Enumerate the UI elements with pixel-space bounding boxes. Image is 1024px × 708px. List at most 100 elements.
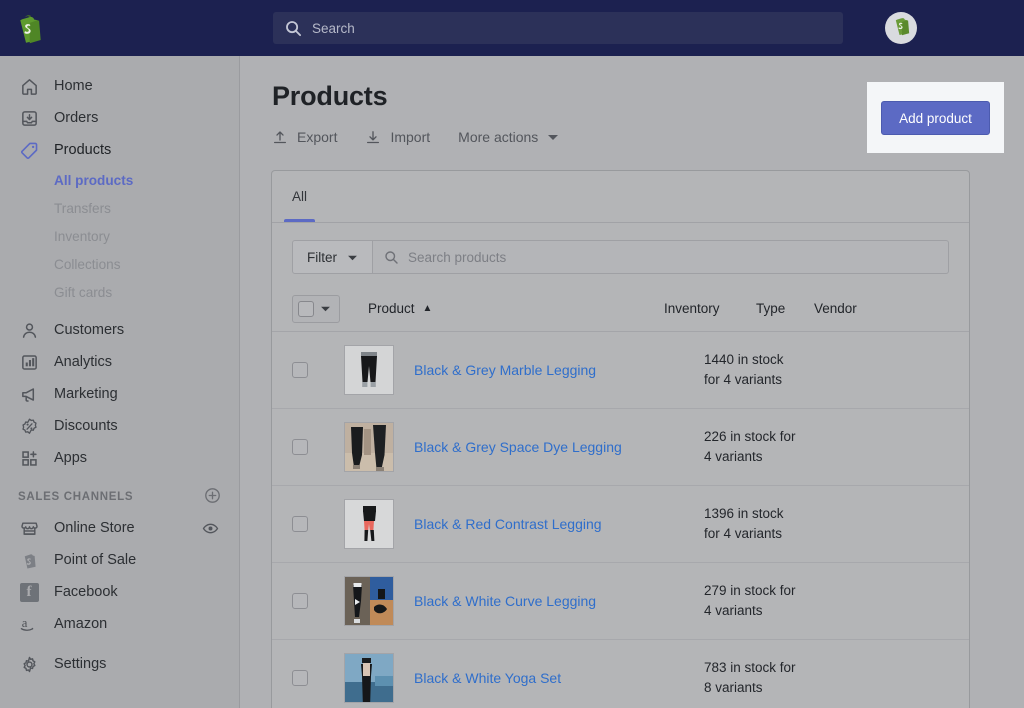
row-checkbox[interactable] [292,439,308,455]
sidebar-subitem-all-products[interactable]: All products [0,166,239,194]
sidebar-subitem-label: Gift cards [54,284,113,300]
sidebar-item-home[interactable]: Home [0,70,239,102]
more-actions-button[interactable]: More actions [458,129,559,145]
sidebar-item-settings[interactable]: Settings [0,648,239,680]
inventory-text: 783 in stock for 8 variants [704,660,796,695]
amazon-icon: a [18,613,40,635]
main-content: Products Export Import More actions Add … [240,56,1024,708]
shopify-logo[interactable] [0,14,56,44]
sidebar-item-label: Products [54,142,112,158]
inventory-text: 1440 in stock for 4 variants [704,352,784,387]
black-red-legging-thumb [344,499,394,549]
column-header-type: Type [756,301,786,316]
shopify-admin-products-page: Home Orders Products All produ [0,0,1024,708]
select-all-control[interactable] [292,294,340,323]
inventory-text: 226 in stock for 4 variants [704,429,796,464]
sort-ascending-icon: ▲ [422,303,433,314]
shopify-bag-icon [16,14,41,44]
customer-person-icon [18,319,40,341]
sidebar-subitem-inventory[interactable]: Inventory [0,222,239,250]
row-checkbox[interactable] [292,362,308,378]
sidebar-subitem-collections[interactable]: Collections [0,250,239,278]
sidebar-item-label: Settings [54,656,107,672]
model-ocean-thumb [344,653,394,703]
export-button[interactable]: Export [272,129,337,145]
avatar[interactable] [885,12,917,44]
table-row[interactable]: Black & White Curve Legging 279 in stock… [272,563,969,640]
inventory-text: 279 in stock for 4 variants [704,583,796,618]
sales-channels-header: SALES CHANNELS [0,482,239,512]
sidebar-item-discounts[interactable]: Discounts [0,410,239,442]
sidebar-item-analytics[interactable]: Analytics [0,346,239,378]
sidebar-item-label: Amazon [54,616,108,632]
product-link[interactable]: Black & Red Contrast Legging [414,516,704,532]
sidebar-item-label: Marketing [54,386,118,402]
sidebar-item-products[interactable]: Products [0,134,239,166]
analytics-bars-icon [18,351,40,373]
storefront-icon [18,517,40,539]
sidebar-subitem-gift-cards[interactable]: Gift cards [0,278,239,306]
sidebar-item-apps[interactable]: Apps [0,442,239,474]
product-search-field[interactable] [373,240,949,274]
product-link[interactable]: Black & Grey Space Dye Legging [414,439,704,455]
sidebar-subitem-label: Transfers [54,200,111,216]
search-icon [285,20,302,37]
eye-icon[interactable] [202,520,219,537]
row-checkbox[interactable] [292,593,308,609]
sidebar-item-online-store[interactable]: Online Store [0,512,239,544]
search-input[interactable] [312,13,792,43]
select-all-checkbox[interactable] [298,300,314,317]
add-product-button[interactable]: Add product [881,101,990,135]
tab-label: All [292,189,308,204]
sidebar-subitem-transfers[interactable]: Transfers [0,194,239,222]
table-header: Product ▲ Inventory Type Vendor [272,286,969,332]
chevron-down-icon [547,129,559,145]
sidebar-item-orders[interactable]: Orders [0,102,239,134]
column-header-vendor: Vendor [814,301,857,316]
sidebar-item-customers[interactable]: Customers [0,314,239,346]
inventory-text: 1396 in stock for 4 variants [704,506,784,541]
filter-button[interactable]: Filter [292,240,373,274]
products-card: All Filter Search products Product ▲ Inv… [272,171,969,708]
pos-bag-icon [18,549,40,571]
column-header-product[interactable]: Product ▲ [368,301,664,316]
home-icon [18,75,40,97]
column-header-inventory: Inventory [664,301,720,316]
sidebar-item-amazon[interactable]: a Amazon [0,608,239,640]
table-row[interactable]: Black & Grey Marble Legging 1440 in stoc… [272,332,969,409]
table-row[interactable]: Black & Red Contrast Legging 1396 in sto… [272,486,969,563]
table-row[interactable]: Black & White Yoga Set 783 in stock for … [272,640,969,708]
apps-grid-plus-icon [18,447,40,469]
product-link[interactable]: Black & Grey Marble Legging [414,362,704,378]
import-button[interactable]: Import [365,129,430,145]
product-link[interactable]: Black & White Curve Legging [414,593,704,609]
sidebar-item-point-of-sale[interactable]: Point of Sale [0,544,239,576]
two-models-sand-thumb [344,422,394,472]
collage-gym-beach-thumb [344,576,394,626]
search-icon [384,250,399,265]
chevron-down-icon[interactable] [320,301,331,316]
orders-inbox-icon [18,107,40,129]
discount-percent-icon [18,415,40,437]
facebook-icon: f [18,581,40,603]
row-checkbox[interactable] [292,670,308,686]
black-legging-thumb [344,345,394,395]
product-search-input[interactable] [408,241,948,273]
product-link[interactable]: Black & White Yoga Set [414,670,704,686]
sales-channels-title: SALES CHANNELS [18,491,134,503]
row-checkbox[interactable] [292,516,308,532]
sidebar-item-marketing[interactable]: Marketing [0,378,239,410]
page-actions: Export Import More actions [272,129,587,145]
sidebar-item-label: Customers [54,322,125,338]
tab-all[interactable]: All [276,171,323,222]
page-title: Products [272,81,388,111]
global-search-bar[interactable] [273,12,843,44]
sidebar-item-label: Discounts [54,418,118,434]
tab-bar: All [272,171,969,223]
marketing-megaphone-icon [18,383,40,405]
table-row[interactable]: Black & Grey Space Dye Legging 226 in st… [272,409,969,486]
plus-circle-icon[interactable] [204,487,221,507]
sidebar-item-facebook[interactable]: f Facebook [0,576,239,608]
